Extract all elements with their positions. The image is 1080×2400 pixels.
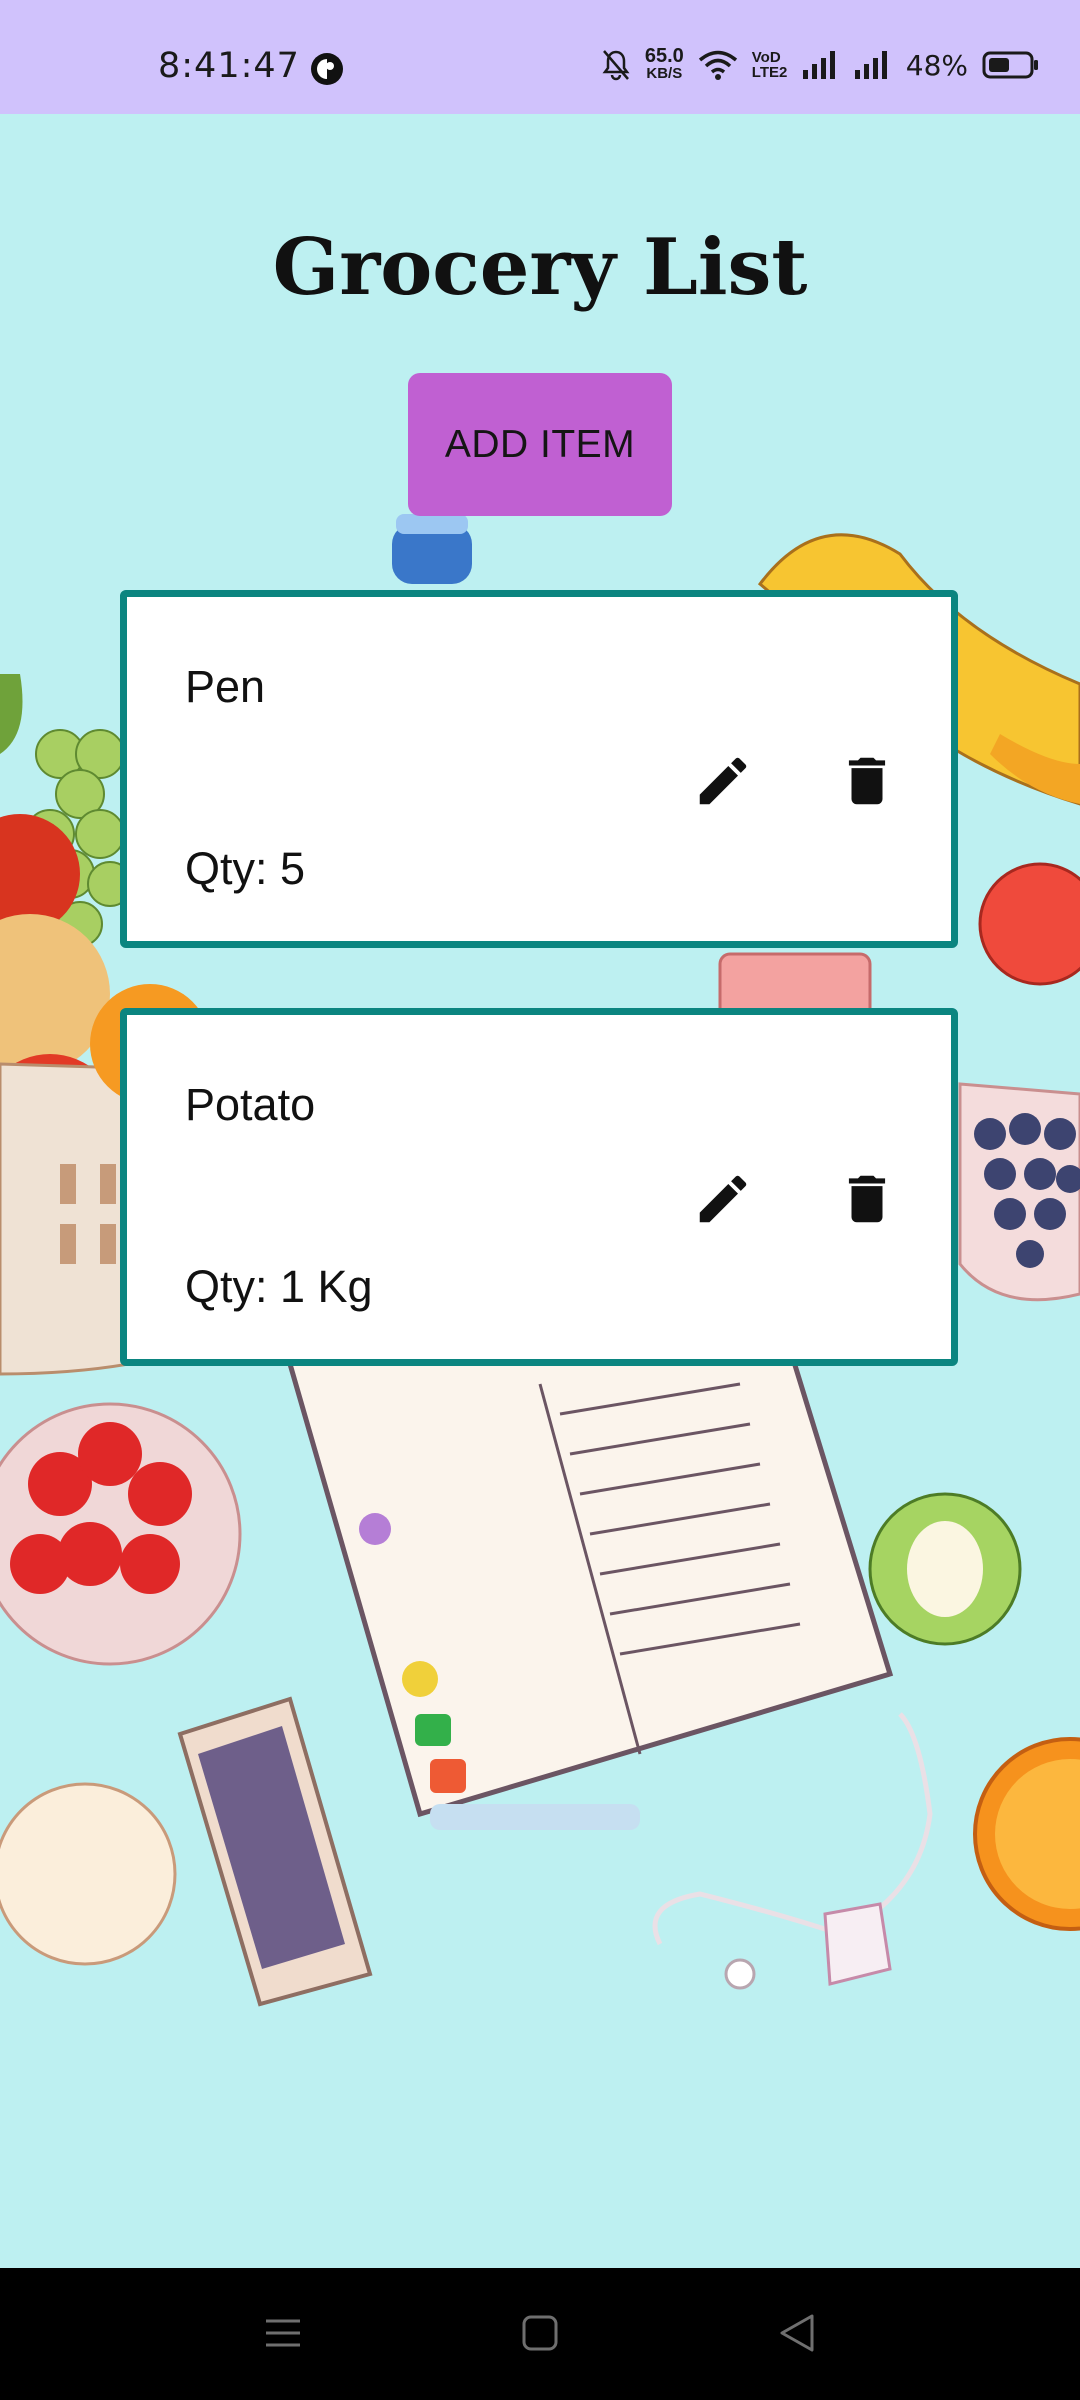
net-speed-unit: KB/S bbox=[646, 65, 683, 82]
status-time: 8:41:47 bbox=[158, 46, 300, 86]
net-speed-value: 65.0 bbox=[644, 45, 684, 67]
pencil-icon bbox=[699, 1175, 747, 1223]
item-name: Potato bbox=[185, 1079, 316, 1130]
add-item-button[interactable]: ADD ITEM bbox=[408, 373, 672, 516]
mute-bell-icon bbox=[602, 50, 630, 81]
menu-icon[interactable] bbox=[258, 2308, 308, 2358]
edit-button[interactable] bbox=[687, 745, 759, 817]
edit-button[interactable] bbox=[687, 1163, 759, 1235]
grocery-item-card: Potato Qty: 1 Kg bbox=[120, 1008, 958, 1366]
trash-icon bbox=[848, 1175, 886, 1223]
delete-button[interactable] bbox=[831, 745, 903, 817]
grocery-item-card: Pen Qty: 5 bbox=[120, 590, 958, 948]
item-quantity: Qty: 5 bbox=[185, 843, 306, 894]
delete-button[interactable] bbox=[831, 1163, 903, 1235]
item-quantity: Qty: 1 Kg bbox=[185, 1261, 373, 1312]
system-navigation-bar bbox=[0, 2268, 1080, 2400]
signal-icon-2 bbox=[854, 51, 887, 79]
volte-indicator: VoD LTE2 bbox=[751, 49, 788, 81]
app-notification-icon bbox=[311, 53, 343, 85]
item-name: Pen bbox=[185, 661, 266, 712]
wifi-icon bbox=[698, 50, 737, 80]
pencil-icon bbox=[699, 757, 747, 805]
battery-icon bbox=[982, 51, 1038, 79]
battery-percent: 48% bbox=[905, 48, 968, 82]
signal-icon-1 bbox=[802, 51, 835, 79]
back-icon[interactable] bbox=[772, 2308, 822, 2358]
trash-icon bbox=[848, 757, 886, 805]
status-icons: 65.0 KB/S VoD LTE2 48% bbox=[601, 40, 1040, 90]
net-speed: 65.0 KB/S bbox=[644, 45, 684, 83]
status-bar: 8:41:47 65.0 KB/S VoD LTE2 48% bbox=[0, 0, 1080, 114]
page-title: Grocery List bbox=[272, 222, 808, 313]
home-icon[interactable] bbox=[515, 2308, 565, 2358]
